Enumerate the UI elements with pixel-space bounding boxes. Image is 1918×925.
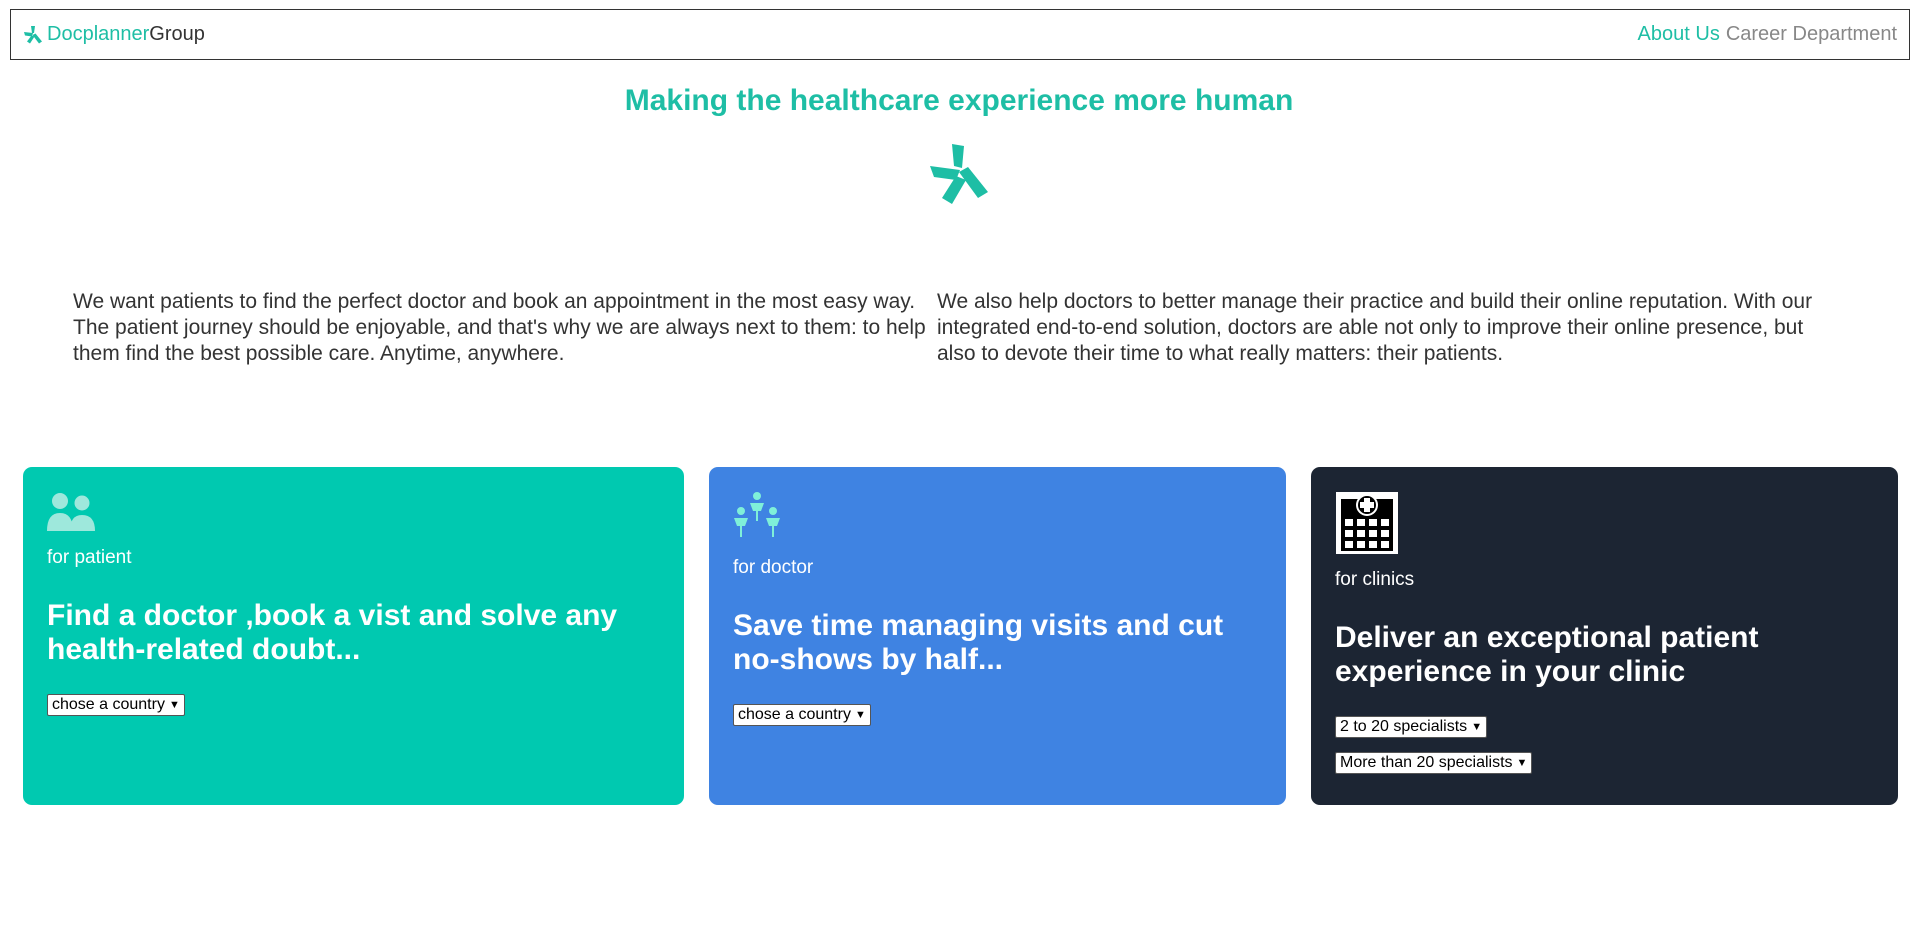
clinic-card: for clinics Deliver an exceptional patie… [1311, 467, 1898, 805]
specialists-select-small[interactable]: 2 to 20 specialists ▼ [1335, 716, 1488, 738]
nav-career-link[interactable]: Career Department [1726, 23, 1897, 46]
brand-name-group: Group [149, 23, 205, 45]
select-value: chose a country [52, 696, 165, 713]
top-navbar: Docplanner Group About Us Career Departme… [10, 9, 1910, 60]
page-title: Making the healthcare experience more hu… [624, 84, 1294, 117]
doctors-icon [734, 492, 780, 537]
intro-patients-text: We want patients to find the perfect doc… [73, 290, 926, 365]
users-icon [47, 493, 95, 531]
card-heading: Deliver an exceptional patient experienc… [1335, 621, 1759, 688]
card-subtitle: for doctor [733, 557, 814, 578]
specialists-select-large[interactable]: More than 20 specialists ▼ [1335, 752, 1533, 774]
card-heading: Find a doctor ,book a vist and solve any… [47, 599, 618, 666]
card-subtitle: for patient [47, 547, 132, 568]
chevron-down-icon: ▼ [168, 699, 180, 711]
select-value: 2 to 20 specialists [1340, 718, 1468, 735]
intro-doctors-text: We also help doctors to better manage th… [937, 290, 1813, 365]
card-subtitle: for clinics [1335, 569, 1415, 590]
top-nav: About Us Career Department [1638, 23, 1897, 46]
country-select[interactable]: chose a country ▼ [733, 704, 871, 726]
brand-logo[interactable]: Docplanner Group [23, 23, 205, 46]
select-value: chose a country [738, 706, 851, 723]
chevron-down-icon: ▼ [1516, 757, 1528, 769]
docplanner-star-icon [24, 25, 42, 43]
patient-card: for patient Find a doctor ,book a vist a… [23, 467, 684, 805]
card-heading: Save time managing visits and cut no-sho… [733, 609, 1224, 676]
docplanner-star-icon [930, 144, 988, 204]
chevron-down-icon: ▼ [1471, 721, 1483, 733]
doctor-card: for doctor Save time managing visits and… [709, 467, 1286, 805]
brand-name-docplanner: Docplanner [47, 23, 150, 45]
chevron-down-icon: ▼ [854, 709, 866, 721]
nav-about-us-link[interactable]: About Us [1638, 23, 1720, 46]
select-value: More than 20 specialists [1340, 754, 1513, 771]
country-select[interactable]: chose a country ▼ [47, 694, 185, 716]
hospital-icon [1336, 492, 1398, 554]
